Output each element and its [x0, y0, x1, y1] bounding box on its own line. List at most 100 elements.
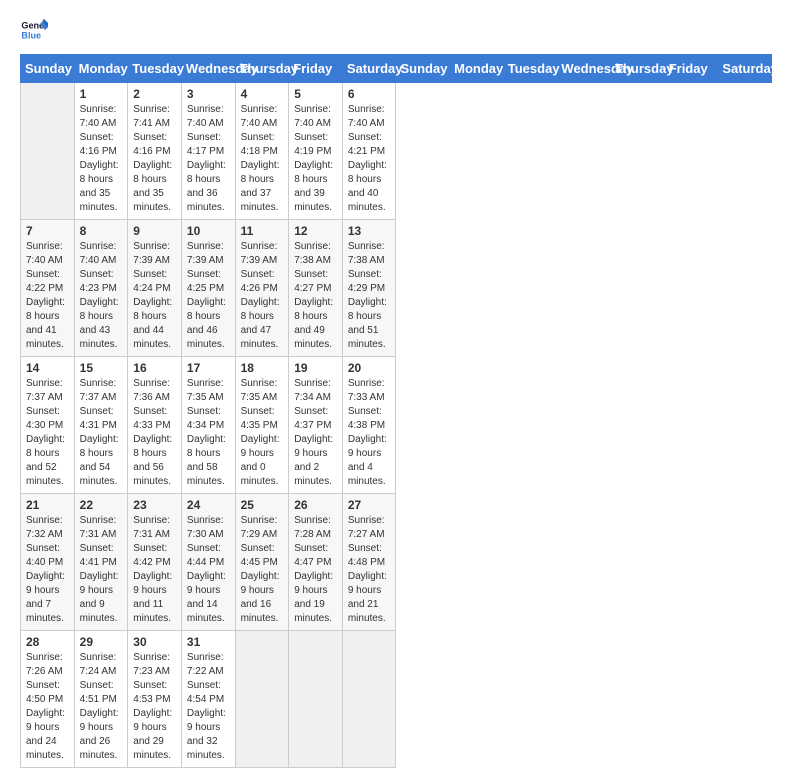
day-number: 29 [80, 635, 123, 649]
cell-info: Sunrise: 7:31 AMSunset: 4:41 PMDaylight:… [80, 515, 119, 624]
cell-info: Sunrise: 7:23 AMSunset: 4:53 PMDaylight:… [133, 652, 172, 761]
calendar-cell [342, 631, 396, 768]
cell-info: Sunrise: 7:40 AMSunset: 4:22 PMDaylight:… [26, 241, 65, 350]
calendar-cell: 4Sunrise: 7:40 AMSunset: 4:18 PMDaylight… [235, 83, 289, 220]
calendar-cell: 2 Sunrise: 7:41 AMSunset: 4:16 PMDaylight… [128, 83, 182, 220]
day-number: 8 [80, 224, 123, 238]
cell-info: Sunrise: 7:35 AMSunset: 4:35 PMDaylight:… [241, 378, 280, 487]
cell-info: Sunrise: 7:35 AMSunset: 4:34 PMDaylight:… [187, 378, 226, 487]
calendar-cell: 26 Sunrise: 7:28 AMSunset: 4:47 PMDayligh… [289, 494, 343, 631]
calendar-week-1: 1 Sunrise: 7:40 AMSunset: 4:16 PMDaylight… [21, 83, 772, 220]
day-number: 13 [348, 224, 391, 238]
cell-info: Sunrise: 7:29 AMSunset: 4:45 PMDaylight:… [241, 515, 280, 624]
day-number: 26 [294, 498, 337, 512]
cell-info: Sunrise: 7:24 AMSunset: 4:51 PMDaylight:… [80, 652, 119, 761]
day-number: 18 [241, 361, 284, 375]
calendar-cell: 6 Sunrise: 7:40 AMSunset: 4:21 PMDaylight… [342, 83, 396, 220]
day-number: 6 [348, 87, 391, 101]
day-number: 2 [133, 87, 176, 101]
logo-icon: General Blue [20, 16, 48, 44]
calendar-week-5: 28 Sunrise: 7:26 AMSunset: 4:50 PMDayligh… [21, 631, 772, 768]
header-day-wednesday: Wednesday [181, 55, 235, 83]
calendar-cell [21, 83, 75, 220]
cell-info: Sunrise: 7:40 AMSunset: 4:16 PMDaylight:… [80, 104, 119, 213]
header-day-sunday: Sunday [21, 55, 75, 83]
cell-info: Sunrise: 7:41 AMSunset: 4:16 PMDaylight:… [133, 104, 172, 213]
cell-info: Sunrise: 7:30 AMSunset: 4:44 PMDaylight:… [187, 515, 226, 624]
header-day-sunday: Sunday [396, 55, 450, 83]
day-number: 7 [26, 224, 69, 238]
header-day-thursday: Thursday [611, 55, 665, 83]
day-number: 25 [241, 498, 284, 512]
calendar-cell: 8 Sunrise: 7:40 AMSunset: 4:23 PMDaylight… [74, 220, 128, 357]
calendar-cell: 7 Sunrise: 7:40 AMSunset: 4:22 PMDaylight… [21, 220, 75, 357]
day-number: 22 [80, 498, 123, 512]
header-day-monday: Monday [74, 55, 128, 83]
day-number: 17 [187, 361, 230, 375]
cell-info: Sunrise: 7:38 AMSunset: 4:29 PMDaylight:… [348, 241, 387, 350]
cell-info: Sunrise: 7:22 AMSunset: 4:54 PMDaylight:… [187, 652, 226, 761]
day-number: 10 [187, 224, 230, 238]
header-day-wednesday: Wednesday [557, 55, 611, 83]
cell-info: Sunrise: 7:31 AMSunset: 4:42 PMDaylight:… [133, 515, 172, 624]
calendar-cell: 20Sunrise: 7:33 AMSunset: 4:38 PMDayligh… [342, 357, 396, 494]
page-header: General Blue [20, 16, 772, 44]
header-day-saturday: Saturday [718, 55, 772, 83]
calendar-cell: 13 Sunrise: 7:38 AMSunset: 4:29 PMDayligh… [342, 220, 396, 357]
cell-info: Sunrise: 7:39 AMSunset: 4:26 PMDaylight:… [241, 241, 280, 350]
cell-info: Sunrise: 7:32 AMSunset: 4:40 PMDaylight:… [26, 515, 65, 624]
day-number: 30 [133, 635, 176, 649]
cell-info: Sunrise: 7:40 AMSunset: 4:17 PMDaylight:… [187, 104, 226, 213]
day-number: 14 [26, 361, 69, 375]
day-number: 28 [26, 635, 69, 649]
cell-info: Sunrise: 7:38 AMSunset: 4:27 PMDaylight:… [294, 241, 333, 350]
cell-info: Sunrise: 7:28 AMSunset: 4:47 PMDaylight:… [294, 515, 333, 624]
calendar-cell: 31 Sunrise: 7:22 AMSunset: 4:54 PMDayligh… [181, 631, 235, 768]
calendar-cell: 10Sunrise: 7:39 AMSunset: 4:25 PMDayligh… [181, 220, 235, 357]
cell-info: Sunrise: 7:27 AMSunset: 4:48 PMDaylight:… [348, 515, 387, 624]
header-day-saturday: Saturday [342, 55, 396, 83]
calendar-cell [289, 631, 343, 768]
cell-info: Sunrise: 7:40 AMSunset: 4:21 PMDaylight:… [348, 104, 387, 213]
day-number: 31 [187, 635, 230, 649]
day-number: 21 [26, 498, 69, 512]
calendar-cell: 1 Sunrise: 7:40 AMSunset: 4:16 PMDaylight… [74, 83, 128, 220]
cell-info: Sunrise: 7:39 AMSunset: 4:24 PMDaylight:… [133, 241, 172, 350]
calendar-cell: 5 Sunrise: 7:40 AMSunset: 4:19 PMDaylight… [289, 83, 343, 220]
calendar-week-3: 14 Sunrise: 7:37 AMSunset: 4:30 PMDayligh… [21, 357, 772, 494]
day-number: 23 [133, 498, 176, 512]
cell-info: Sunrise: 7:40 AMSunset: 4:23 PMDaylight:… [80, 241, 119, 350]
day-number: 19 [294, 361, 337, 375]
calendar-cell: 24 Sunrise: 7:30 AMSunset: 4:44 PMDayligh… [181, 494, 235, 631]
calendar-cell: 30 Sunrise: 7:23 AMSunset: 4:53 PMDayligh… [128, 631, 182, 768]
day-number: 24 [187, 498, 230, 512]
day-number: 4 [241, 87, 284, 101]
cell-info: Sunrise: 7:40 AMSunset: 4:19 PMDaylight:… [294, 104, 333, 213]
calendar-cell: 16Sunrise: 7:36 AMSunset: 4:33 PMDayligh… [128, 357, 182, 494]
calendar-cell: 22 Sunrise: 7:31 AMSunset: 4:41 PMDayligh… [74, 494, 128, 631]
calendar-header-row: SundayMondayTuesdayWednesdayThursdayFrid… [21, 55, 772, 83]
day-number: 15 [80, 361, 123, 375]
cell-info: Sunrise: 7:36 AMSunset: 4:33 PMDaylight:… [133, 378, 172, 487]
svg-text:Blue: Blue [21, 30, 41, 40]
header-day-monday: Monday [450, 55, 504, 83]
calendar-cell: 19Sunrise: 7:34 AMSunset: 4:37 PMDayligh… [289, 357, 343, 494]
calendar-week-2: 7 Sunrise: 7:40 AMSunset: 4:22 PMDaylight… [21, 220, 772, 357]
header-day-friday: Friday [664, 55, 718, 83]
logo: General Blue [20, 16, 48, 44]
cell-info: Sunrise: 7:26 AMSunset: 4:50 PMDaylight:… [26, 652, 65, 761]
calendar-cell: 14 Sunrise: 7:37 AMSunset: 4:30 PMDayligh… [21, 357, 75, 494]
calendar-cell: 15Sunrise: 7:37 AMSunset: 4:31 PMDayligh… [74, 357, 128, 494]
day-number: 3 [187, 87, 230, 101]
header-day-friday: Friday [289, 55, 343, 83]
header-day-tuesday: Tuesday [503, 55, 557, 83]
calendar-cell: 12Sunrise: 7:38 AMSunset: 4:27 PMDayligh… [289, 220, 343, 357]
calendar-cell: 3 Sunrise: 7:40 AMSunset: 4:17 PMDaylight… [181, 83, 235, 220]
cell-info: Sunrise: 7:33 AMSunset: 4:38 PMDaylight:… [348, 378, 387, 487]
day-number: 5 [294, 87, 337, 101]
cell-info: Sunrise: 7:37 AMSunset: 4:30 PMDaylight:… [26, 378, 65, 487]
calendar-cell: 9Sunrise: 7:39 AMSunset: 4:24 PMDaylight… [128, 220, 182, 357]
day-number: 1 [80, 87, 123, 101]
day-number: 27 [348, 498, 391, 512]
calendar-cell: 25 Sunrise: 7:29 AMSunset: 4:45 PMDayligh… [235, 494, 289, 631]
